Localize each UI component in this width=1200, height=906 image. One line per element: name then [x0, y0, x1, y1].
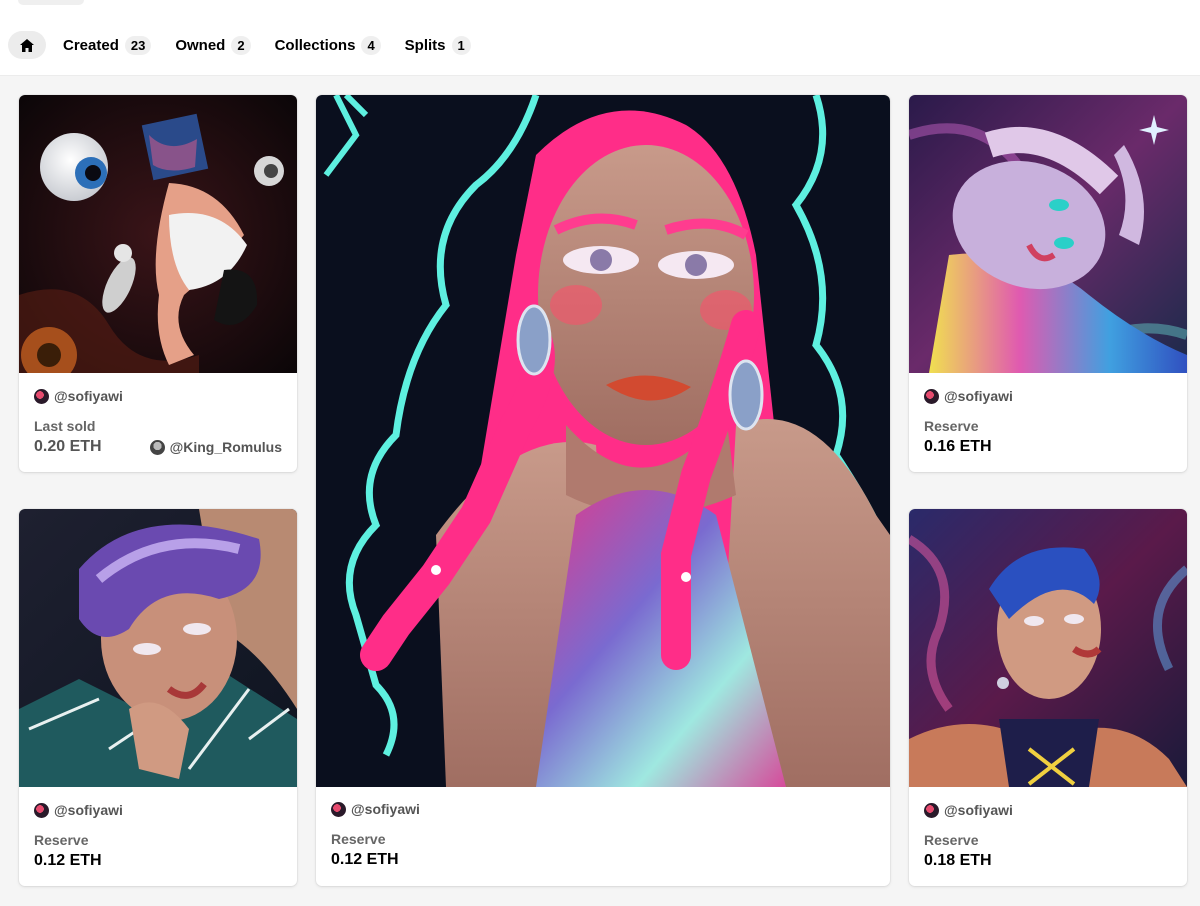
price-label: Reserve	[924, 832, 979, 848]
owner-handle: @King_Romulus	[169, 439, 282, 455]
artwork-image	[909, 509, 1187, 787]
card-meta: @sofiyawi Reserve 0.18 ETH	[924, 802, 1172, 870]
price-value: 0.20 ETH	[34, 438, 102, 455]
tab-collections[interactable]: Collections 4	[274, 35, 381, 55]
price-label: Reserve	[924, 418, 979, 434]
creator-handle: @sofiyawi	[54, 388, 123, 404]
home-icon	[20, 38, 34, 52]
price-label: Last sold	[34, 418, 96, 434]
tab-list: Created 23 Owned 2 Collections 4 Splits …	[8, 31, 495, 59]
creator-handle: @sofiyawi	[944, 802, 1013, 818]
creator[interactable]: @sofiyawi	[924, 802, 1172, 818]
tab-count: 4	[361, 35, 381, 55]
avatar	[331, 801, 346, 817]
profile-tab-bar: Created 23 Owned 2 Collections 4 Splits …	[0, 0, 1200, 76]
nft-card[interactable]: @sofiyawi Reserve 0.18 ETH	[909, 509, 1187, 886]
tab-label: Created	[63, 36, 119, 54]
scroll-remnant	[18, 0, 84, 5]
tab-splits[interactable]: Splits 1	[404, 35, 471, 55]
nft-card[interactable]: @sofiyawi Reserve 0.12 ETH	[316, 95, 890, 886]
avatar	[149, 439, 165, 455]
card-meta: @sofiyawi Reserve 0.16 ETH	[924, 388, 1172, 456]
tab-label: Splits	[404, 36, 446, 54]
nft-card[interactable]: @sofiyawi Last sold 0.20 ETH @King_Romul…	[19, 95, 297, 472]
creator-handle: @sofiyawi	[944, 388, 1013, 404]
avatar	[924, 388, 939, 404]
artwork-image	[909, 95, 1187, 373]
tab-count: 2	[231, 35, 251, 55]
card-meta: @sofiyawi Last sold 0.20 ETH @King_Romul…	[34, 388, 282, 456]
card-meta: @sofiyawi Reserve 0.12 ETH	[331, 801, 875, 869]
card-meta: @sofiyawi Reserve 0.12 ETH	[34, 802, 282, 870]
avatar	[34, 802, 49, 818]
price-label: Reserve	[34, 832, 89, 848]
price-value: 0.12 ETH	[34, 852, 102, 869]
creator[interactable]: @sofiyawi	[924, 388, 1172, 404]
creator-handle: @sofiyawi	[351, 801, 420, 817]
artwork-image	[19, 95, 297, 373]
creator[interactable]: @sofiyawi	[34, 802, 282, 818]
tab-count: 23	[124, 35, 152, 55]
creator[interactable]: @sofiyawi	[331, 801, 875, 817]
tab-count: 1	[451, 35, 471, 55]
price-value: 0.16 ETH	[924, 438, 992, 455]
tab-owned[interactable]: Owned 2	[175, 35, 251, 55]
nft-card[interactable]: @sofiyawi Reserve 0.16 ETH	[909, 95, 1187, 472]
owner[interactable]: @King_Romulus	[149, 439, 282, 455]
avatar	[34, 388, 49, 404]
price-value: 0.18 ETH	[924, 852, 992, 869]
creator-handle: @sofiyawi	[54, 802, 123, 818]
price-label: Reserve	[331, 831, 386, 847]
nft-card[interactable]: @sofiyawi Reserve 0.12 ETH	[19, 509, 297, 886]
tab-home[interactable]	[8, 31, 46, 59]
artwork-image	[316, 95, 890, 787]
tab-label: Owned	[175, 36, 226, 54]
creator[interactable]: @sofiyawi	[34, 388, 282, 404]
avatar	[924, 802, 939, 818]
tab-created[interactable]: Created 23	[63, 35, 152, 55]
tab-label: Collections	[274, 36, 356, 54]
price-value: 0.12 ETH	[331, 851, 399, 868]
artwork-image	[19, 509, 297, 787]
